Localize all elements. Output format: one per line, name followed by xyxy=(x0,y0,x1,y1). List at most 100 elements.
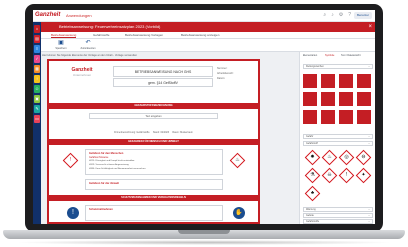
symbol-panel-tabs: Elementarten Symbole Text / Dateiansicht xyxy=(303,54,373,59)
notice-text: Hier können Sie folgende Elemente der Vo… xyxy=(42,54,138,57)
category-select-danger[interactable]: Gefahr ⌄ xyxy=(303,134,373,139)
laptop-shadow xyxy=(14,240,394,245)
dialog-tabs: Betriebsanweisung Gefahrstoffe Betriebsa… xyxy=(41,32,375,39)
company-logo: Ganzheit Unternehmen xyxy=(63,67,101,81)
user-menu[interactable]: Benutzer xyxy=(354,12,372,19)
skull-ghs-icon[interactable]: ☠ xyxy=(321,167,338,184)
documents-icon[interactable]: ▤ xyxy=(34,35,40,43)
save-button[interactable]: ▣ Speichern xyxy=(51,40,71,50)
tab-symbole[interactable]: Symbole xyxy=(325,54,334,57)
hazard-line: H225: Flüssigkeit und Dampf leicht entzü… xyxy=(89,160,135,162)
corrosive-ghs-icon[interactable]: ⚗ xyxy=(304,167,321,184)
search-icon[interactable]: ⌕ xyxy=(323,12,326,18)
health-hazard-ghs-icon[interactable]: ✦ xyxy=(355,167,372,184)
gear-icon[interactable]: ⚙ xyxy=(339,12,343,18)
gas-cylinder-ghs-icon[interactable]: ⊖ xyxy=(355,149,372,166)
hazard-human-title: Gefahren für den Menschen xyxy=(89,152,124,155)
reset-button[interactable]: ↶ Zurücksetzen xyxy=(75,40,101,50)
category-select-warning[interactable]: Warnung ⌄ xyxy=(303,207,373,212)
chevron-down-icon: ⌄ xyxy=(367,208,370,211)
category-select-mandatory[interactable]: Gebote ⌄ xyxy=(303,213,373,218)
dialog-titlebar: Betriebsanweisung: Feuerwehreinsatzplan … xyxy=(41,22,375,32)
laptop-screen: Ganzheit Anwendungen ⌕ ♪ ⚙ ? Benutzer ⌂ … xyxy=(33,10,375,224)
protection-title: Schutzmaßnahmen xyxy=(89,208,113,211)
arrow-left-sign-icon[interactable] xyxy=(339,110,353,124)
document-header: Ganzheit Unternehmen BETRIEBSANWEISUNG N… xyxy=(49,61,258,105)
tab-text[interactable]: Text / Dateiansicht xyxy=(341,54,361,57)
substance-name-field[interactable]: Text eingeben xyxy=(89,113,218,119)
hazard-human-subtitle: Gefahrenhinweise xyxy=(89,156,109,159)
people-icon[interactable]: ☺ xyxy=(34,85,40,93)
chart-icon[interactable]: ▦ xyxy=(34,65,40,73)
fire-ladder-sign-icon[interactable] xyxy=(357,74,371,88)
settings-icon[interactable]: ✎ xyxy=(34,105,40,113)
save-button-label: Speichern xyxy=(55,47,67,50)
tab-vorlagen[interactable]: Betriebsanweisung Vorlagen xyxy=(125,33,163,37)
chevron-down-icon: ⌄ xyxy=(367,214,370,217)
undo-icon: ↶ xyxy=(85,40,91,46)
flame-ghs-icon[interactable]: ♨ xyxy=(321,149,338,166)
explosive-ghs-icon[interactable]: ✸ xyxy=(304,149,321,166)
exclamation-ghs-icon[interactable]: ! xyxy=(338,167,355,184)
top-icons: ⌕ ♪ ⚙ ? xyxy=(323,12,351,18)
arrow-down-right-sign-icon[interactable] xyxy=(303,110,317,124)
calendar-icon[interactable]: ▣ xyxy=(34,95,40,103)
bell-icon[interactable]: ♪ xyxy=(331,12,334,18)
tab-anzeigen[interactable]: Betriebsanweisung anzeigen xyxy=(181,33,219,37)
brand-logo: Ganzheit xyxy=(35,12,61,18)
info-room: Raum: Musterraum xyxy=(172,131,193,134)
archive-icon[interactable]: ▭ xyxy=(34,115,40,123)
section-band-substance: GEFAHRSTOFFBEZEICHNUNG xyxy=(49,103,258,109)
protection-box[interactable]: Schutzmaßnahmen xyxy=(85,205,223,221)
sidebar: ⌂ ▤ ≡ ✓ ▦ ! ☺ ▣ ✎ ▭ xyxy=(33,22,41,224)
help-icon[interactable]: ? xyxy=(348,12,351,18)
chevron-down-icon: ⌄ xyxy=(367,135,370,138)
app-topbar: Ganzheit Anwendungen ⌕ ♪ ⚙ ? Benutzer xyxy=(33,10,375,22)
oxidizer-ghs-icon[interactable]: ◎ xyxy=(338,149,355,166)
fire-alarm-sign-icon[interactable] xyxy=(303,92,317,106)
tab-elementarten[interactable]: Elementarten xyxy=(303,54,317,57)
document-title[interactable]: BETRIEBSANWEISUNG NACH GHS xyxy=(113,66,213,77)
category-select-substances[interactable]: Gefahrstoffe ⌄ xyxy=(303,219,373,224)
arrow-down-left-sign-icon[interactable] xyxy=(357,110,371,124)
home-icon[interactable]: ⌂ xyxy=(34,25,40,33)
fire-hose-sign-icon[interactable] xyxy=(339,74,353,88)
flame-ghs-icon: ♨ xyxy=(229,152,246,169)
mandatory-sign-icon: ! xyxy=(67,207,79,219)
tab-gefahrstoffe[interactable]: Gefahrstoffe xyxy=(93,33,109,37)
document-subtitle[interactable]: gem. §14 GefStoffV xyxy=(113,78,213,87)
hazard-environment-title: Gefahren für die Umwelt xyxy=(89,182,119,185)
tab-betriebsanweisung[interactable]: Betriebsanweisung xyxy=(51,33,77,38)
chevron-down-icon: ⌄ xyxy=(367,142,370,145)
hazard-line: H319: Verursacht schwere Augenreizung. xyxy=(89,164,130,166)
close-icon[interactable]: × xyxy=(368,23,372,31)
fire-extinguisher-sign-icon[interactable] xyxy=(303,74,317,88)
category-select-substances-value: Gefahrstoffe xyxy=(306,220,320,223)
section-band-protection: SCHUTZMASSNAHMEN UND VERHALTENSREGELN xyxy=(49,195,258,201)
warning-icon[interactable]: ! xyxy=(34,75,40,83)
category-select-hazmat-value: Gefahrstoff xyxy=(306,142,318,145)
dialog-toolbar: ▣ Speichern ↶ Zurücksetzen xyxy=(41,39,375,52)
symbol-panel: Elementarten Symbole Text / Dateiansicht… xyxy=(299,52,375,224)
arrow-down-sign-icon[interactable] xyxy=(339,92,353,106)
arrow-up-left-sign-icon[interactable] xyxy=(321,92,335,106)
hazard-environment-box[interactable]: Gefahren für die Umwelt xyxy=(85,179,223,190)
chevron-down-icon: ⌄ xyxy=(367,220,370,223)
hazard-human-box[interactable]: Gefahren für den Menschen Gefahrenhinwei… xyxy=(85,149,223,175)
category-select-hazmat[interactable]: Gefahrstoff ⌄ xyxy=(303,141,373,146)
environment-ghs-icon[interactable]: ♣ xyxy=(304,185,321,202)
list-icon[interactable]: ≡ xyxy=(34,45,40,53)
arrow-up-right-sign-icon[interactable] xyxy=(321,110,335,124)
info-date: Stand: 02/2023 xyxy=(152,131,170,134)
checklist-icon[interactable]: ✓ xyxy=(34,55,40,63)
fire-phone-sign-icon[interactable] xyxy=(321,74,335,88)
section-band-hazards: GEFAHREN FÜR MENSCH UND UMWELT xyxy=(49,139,258,145)
gloves-sign-icon: ✋ xyxy=(233,207,245,219)
info-row: Firmenbezeichnung: Gefahrstoffe Stand: 0… xyxy=(49,131,258,134)
category-select-rescue-value: Rettungszeichen xyxy=(306,65,324,68)
arrow-right-sign-icon[interactable] xyxy=(357,92,371,106)
reset-button-label: Zurücksetzen xyxy=(80,47,96,50)
category-select-danger-value: Gefahr xyxy=(306,135,314,138)
category-select-rescue[interactable]: Rettungszeichen ⌄ xyxy=(303,64,373,69)
category-select-mandatory-value: Gebote xyxy=(306,214,314,217)
